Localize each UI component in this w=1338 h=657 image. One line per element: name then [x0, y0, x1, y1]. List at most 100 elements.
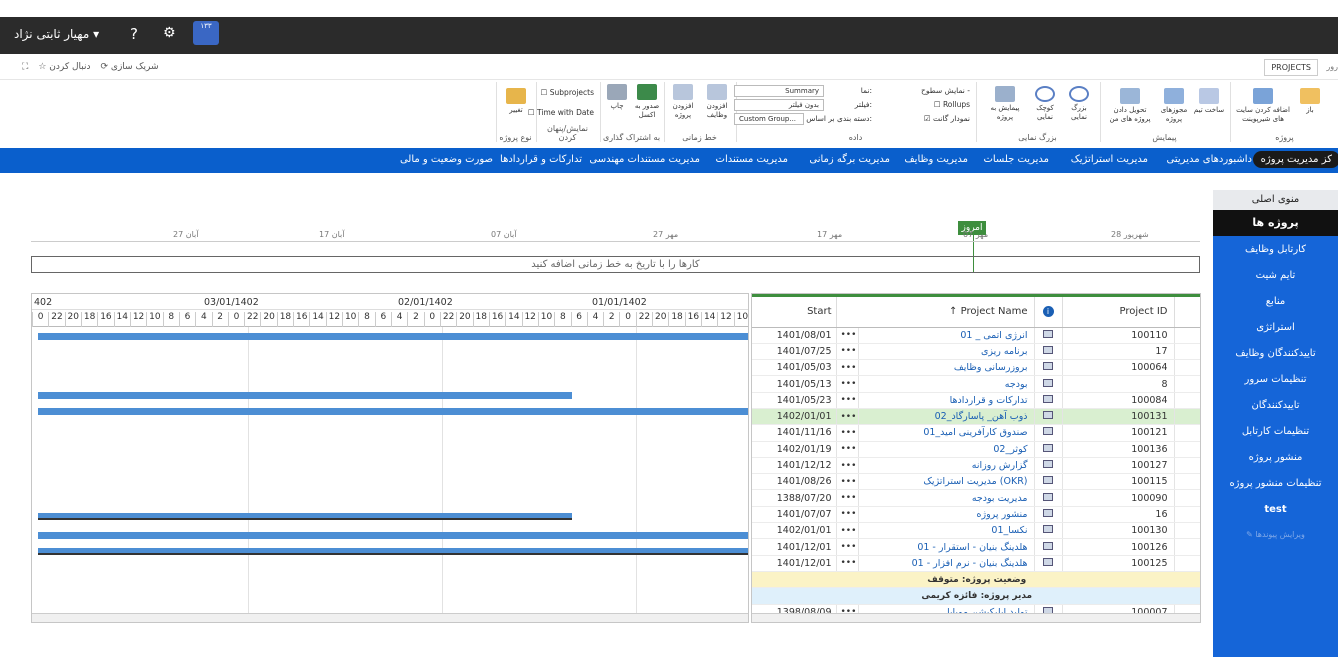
group-header-row[interactable]: مدیر پروژه: فائزه کریمی	[752, 587, 1200, 605]
edit-links-link[interactable]: ✎ ویرایش پیوندها	[1213, 530, 1338, 539]
deliverables-button[interactable]: تحویل دادن پروژه های من	[1105, 88, 1155, 124]
tab-other[interactable]: رور	[1326, 62, 1338, 71]
gantt-bar[interactable]	[38, 392, 572, 399]
group-header-row[interactable]: وضعیت پروژه: متوقف	[752, 571, 1200, 589]
col-project-name[interactable]: ↑ Project Name	[836, 297, 1035, 328]
cell-project-name[interactable]: صندوق کارآفرینی امید_01	[858, 424, 1035, 442]
nav-item[interactable]: test	[1213, 504, 1338, 515]
table-row[interactable]: 1401/12/12 ••• گزارش روزانه 100127	[752, 457, 1200, 475]
gantt-checkbox[interactable]: ☑ نمودار گانت	[924, 114, 970, 123]
table-row[interactable]: 1402/01/19 ••• کوثر_02 100136	[752, 441, 1200, 458]
cell-project-name[interactable]: منشور پروژه	[858, 506, 1035, 524]
more-icon[interactable]: •••	[836, 359, 859, 377]
nav-item[interactable]: تنظیمات سرور	[1213, 374, 1338, 385]
more-icon[interactable]: •••	[836, 522, 859, 540]
cell-project-name[interactable]: هلدینگ بنیان - نرم افزار - 01	[858, 555, 1035, 572]
nav-projects[interactable]: پروژه ها	[1213, 210, 1338, 236]
table-row[interactable]: 1401/05/03 ••• بروزرسانی وظایف 100064	[752, 359, 1200, 377]
nav-item[interactable]: کارتابل وظایف	[1213, 244, 1338, 255]
nav-item[interactable]: منشور پروژه	[1213, 452, 1338, 463]
nav-item-documents[interactable]: مدیریت مستندات	[716, 154, 788, 165]
user-menu[interactable]: مهیار ثابتی نژاد ▾	[14, 27, 99, 41]
cell-project-name[interactable]: کوثر_02	[858, 441, 1035, 458]
gantt-bar[interactable]	[38, 333, 748, 340]
nav-item-meetings[interactable]: مدیریت جلسات	[983, 154, 1049, 165]
nav-item-contracts[interactable]: تدارکات و قراردادها	[500, 154, 582, 165]
table-row[interactable]: 1388/07/20 ••• مدیریت بودجه 100090	[752, 489, 1200, 507]
cell-project-name[interactable]: گزارش روزانه	[858, 457, 1035, 475]
gantt-bar[interactable]	[38, 548, 748, 555]
cell-project-name[interactable]: مدیریت بودجه	[858, 489, 1035, 507]
timeline-add-area[interactable]: کارها را با تاریخ به خط زمانی اضافه کنید	[31, 256, 1200, 273]
more-icon[interactable]: •••	[836, 473, 859, 491]
print-button[interactable]: چاپ	[603, 84, 631, 111]
scroll-to-task-button[interactable]: پیمایش به پروژه	[983, 86, 1027, 122]
col-info[interactable]: i	[1034, 297, 1063, 328]
nav-item-timesheets[interactable]: مدیریت برگه زمانی	[809, 154, 890, 165]
nav-item-selected[interactable]: کز مدیریت پروژه	[1252, 151, 1338, 168]
more-icon[interactable]: •••	[836, 408, 859, 426]
cell-project-name[interactable]: برنامه ریزی	[858, 343, 1035, 361]
col-start[interactable]: Start	[752, 297, 837, 328]
table-row[interactable]: 1402/01/01 ••• نکسا_01 100130	[752, 522, 1200, 540]
nav-item-tasks[interactable]: مدیریت وظایف	[904, 154, 968, 165]
time-with-date-checkbox[interactable]: ☐ Time with Date	[528, 108, 594, 117]
view-select[interactable]: Summary	[734, 85, 824, 97]
more-icon[interactable]: •••	[836, 424, 859, 442]
grid-scrollbar[interactable]	[752, 613, 1200, 622]
add-task-button[interactable]: افزودن وظایف	[701, 84, 733, 120]
app-launcher-icon[interactable]: ۱۳۳	[193, 21, 219, 45]
gantt-scrollbar[interactable]	[32, 613, 748, 622]
follow-button[interactable]: ☆ دنبال کردن	[38, 62, 90, 72]
build-team-button[interactable]: ساخت تیم	[1193, 88, 1225, 115]
more-icon[interactable]: •••	[836, 375, 859, 393]
table-row[interactable]: 1401/08/01 ••• انرژی اتمی _ 01 100110	[752, 327, 1200, 344]
nav-item-strategy[interactable]: مدیریت استراتژیک	[1071, 154, 1148, 165]
outline-button[interactable]: نمایش سطوح -	[921, 86, 970, 95]
cell-project-name[interactable]: تدارکات و قراردادها	[858, 392, 1035, 409]
nav-home[interactable]: منوی اصلی	[1213, 190, 1338, 210]
zoom-out-button[interactable]: کوچک نمایی	[1029, 86, 1061, 122]
filter-select[interactable]: بدون فیلتر	[734, 99, 824, 111]
nav-item[interactable]: تاییدکنندگان	[1213, 400, 1338, 411]
cell-project-name[interactable]: بودجه	[858, 375, 1035, 393]
share-button[interactable]: ⟳ شریک سازی	[101, 62, 159, 72]
gantt-bar[interactable]	[38, 408, 748, 415]
nav-item[interactable]: استراتژی	[1213, 322, 1338, 333]
table-row[interactable]: 1401/07/25 ••• برنامه ریزی 17	[752, 343, 1200, 361]
table-row[interactable]: 1401/08/26 ••• مدیریت استراتژیک (OKR) 10011…	[752, 473, 1200, 491]
gantt-bar[interactable]	[38, 532, 748, 539]
help-icon[interactable]: ?	[130, 25, 138, 43]
add-site-button[interactable]: اضافه کردن سایت های شیرپوینت	[1235, 88, 1291, 124]
tab-projects[interactable]: PROJECTS	[1264, 59, 1318, 76]
open-button[interactable]: باز	[1295, 88, 1325, 115]
cell-project-name[interactable]: هلدینگ بنیان - استقرار - 01	[858, 538, 1035, 556]
rollups-checkbox[interactable]: ☐ Rollups	[934, 100, 970, 109]
cell-project-name[interactable]: انرژی اتمی _ 01	[858, 327, 1035, 344]
more-icon[interactable]: •••	[836, 538, 859, 556]
gantt-bar[interactable]	[38, 513, 572, 520]
more-icon[interactable]: •••	[836, 506, 859, 524]
table-row[interactable]: 1402/01/01 ••• ذوب آهن_ پاسارگاد_02 100131	[752, 408, 1200, 426]
add-project-button[interactable]: افزودن پروژه	[667, 84, 699, 120]
zoom-in-button[interactable]: بزرگ نمایی	[1063, 86, 1095, 122]
table-row[interactable]: 1401/05/23 ••• تدارکات و قراردادها 100084	[752, 392, 1200, 409]
more-icon[interactable]: •••	[836, 441, 859, 458]
more-icon[interactable]: •••	[836, 392, 859, 409]
cell-project-name[interactable]: بروزرسانی وظایف	[858, 359, 1035, 377]
table-row[interactable]: 1401/12/01 ••• هلدینگ بنیان - نرم افزار - …	[752, 555, 1200, 572]
more-icon[interactable]: •••	[836, 457, 859, 475]
table-row[interactable]: 1401/11/16 ••• صندوق کارآفرینی امید_01 1001…	[752, 424, 1200, 442]
cell-project-name[interactable]: مدیریت استراتژیک (OKR)	[858, 473, 1035, 491]
table-row[interactable]: 1401/07/07 ••• منشور پروژه 16	[752, 506, 1200, 524]
permissions-button[interactable]: مجوزهای پروژه	[1157, 88, 1191, 124]
subprojects-checkbox[interactable]: ☐ Subprojects	[541, 88, 594, 97]
more-icon[interactable]: •••	[836, 555, 859, 572]
cell-project-name[interactable]: ذوب آهن_ پاسارگاد_02	[858, 408, 1035, 426]
table-row[interactable]: 1401/05/13 ••• بودجه 8	[752, 375, 1200, 393]
gear-icon[interactable]: ⚙	[163, 25, 176, 41]
nav-item[interactable]: تنظیمات منشور پروژه	[1213, 478, 1338, 489]
col-project-id[interactable]: Project ID	[1062, 297, 1175, 328]
export-excel-button[interactable]: صدور به اکسل	[633, 84, 661, 120]
more-icon[interactable]: •••	[836, 489, 859, 507]
